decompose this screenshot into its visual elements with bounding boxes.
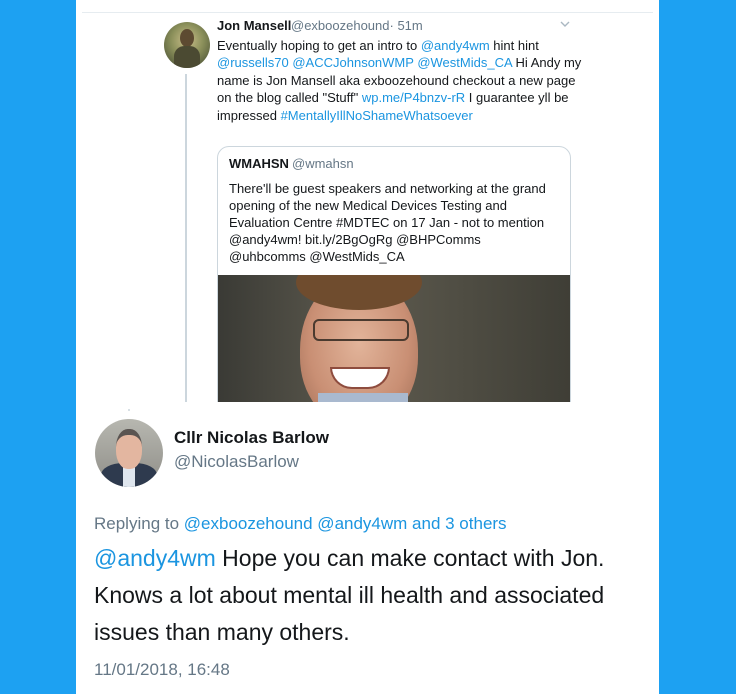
- chevron-down-icon[interactable]: [560, 19, 570, 29]
- tweet-text-segment: hint hint: [489, 38, 539, 53]
- thread-connector-line: [185, 74, 187, 402]
- main-tweet-text: @andy4wm Hope you can make contact with …: [94, 540, 654, 651]
- mention-link[interactable]: @andy4wm: [94, 545, 216, 571]
- tweet-panel: Jon Mansell @exboozehound· 51m Eventuall…: [76, 0, 659, 694]
- thread-author-meta[interactable]: @exboozehound· 51m: [291, 18, 423, 33]
- thread-tweet-time[interactable]: · 51m: [390, 18, 423, 33]
- quoted-tweet-photo[interactable]: [218, 275, 570, 417]
- avatar-head: [180, 29, 194, 47]
- tweet-link[interactable]: wp.me/P4bnzv-rR: [362, 90, 465, 105]
- tweet-link[interactable]: @WestMids_CA: [417, 55, 512, 70]
- replying-to-links[interactable]: @exboozehound @andy4wm and 3 others: [184, 514, 507, 533]
- tweet-link[interactable]: @russells70: [217, 55, 289, 70]
- quoted-tweet-text: There'll be guest speakers and networkin…: [229, 181, 546, 264]
- tweet-text-segment: Eventually hoping to get an intro to: [217, 38, 421, 53]
- jon-mansell-avatar[interactable]: [164, 22, 210, 68]
- thread-author-handle[interactable]: @exboozehound: [291, 18, 390, 33]
- replying-label: Replying to: [94, 514, 184, 533]
- tweet-link[interactable]: #MentallyIllNoShameWhatsoever: [281, 108, 473, 123]
- thread-author-name[interactable]: Jon Mansell: [217, 18, 291, 33]
- main-author-name[interactable]: Cllr Nicolas Barlow: [174, 428, 329, 448]
- tweet-link[interactable]: @andy4wm: [421, 38, 490, 53]
- quoted-author-handle: @wmahsn: [292, 156, 354, 171]
- avatar-body: [174, 46, 200, 68]
- tweet-link[interactable]: @ACCJohnsonWMP: [292, 55, 413, 70]
- photo-glasses: [313, 319, 409, 341]
- replying-to: Replying to @exboozehound @andy4wm and 3…: [94, 514, 507, 534]
- main-author-handle[interactable]: @NicolasBarlow: [174, 452, 299, 472]
- thread-dot: [128, 409, 130, 411]
- avatar-head: [116, 429, 142, 469]
- quoted-tweet-card[interactable]: WMAHSN @wmahsn There'll be guest speaker…: [217, 146, 571, 418]
- tweet-timestamp[interactable]: 11/01/2018, 16:48: [94, 660, 230, 680]
- divider: [82, 12, 653, 13]
- nicolas-barlow-avatar[interactable]: [95, 419, 163, 487]
- thread-tweet-text: Eventually hoping to get an intro to @an…: [217, 37, 582, 124]
- quoted-author-name: WMAHSN: [229, 156, 289, 171]
